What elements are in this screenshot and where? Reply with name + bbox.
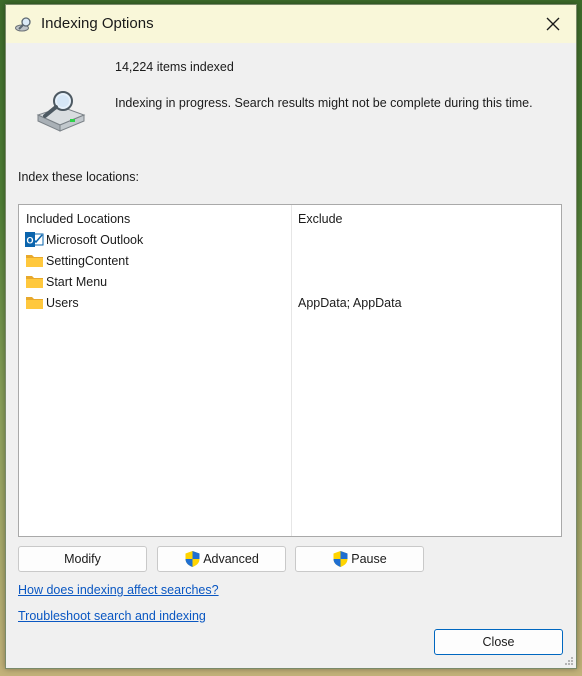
location-name: Users: [46, 296, 79, 310]
uac-shield-icon: [333, 551, 348, 567]
outlook-icon: O: [25, 232, 44, 247]
folder-icon: [26, 255, 43, 267]
folder-icon: [26, 297, 43, 309]
advanced-button-label: Advanced: [203, 552, 259, 566]
column-header-included[interactable]: Included Locations: [26, 212, 130, 226]
title-bar[interactable]: Indexing Options: [6, 5, 576, 43]
advanced-button[interactable]: Advanced: [157, 546, 286, 572]
modify-button[interactable]: Modify: [18, 546, 147, 572]
window-title: Indexing Options: [41, 15, 154, 32]
troubleshoot-link[interactable]: Troubleshoot search and indexing: [18, 609, 206, 623]
pause-button[interactable]: Pause: [295, 546, 424, 572]
close-icon: [546, 17, 560, 31]
window-close-button[interactable]: [530, 5, 576, 43]
indexing-drive-icon: [36, 91, 86, 132]
indexing-affect-searches-link[interactable]: How does indexing affect searches?: [18, 583, 219, 597]
list-item[interactable]: O Microsoft Outlook: [25, 230, 555, 250]
list-item[interactable]: SettingContent: [25, 251, 555, 271]
folder-icon: [26, 276, 43, 288]
resize-grip-icon[interactable]: [564, 656, 574, 666]
list-item[interactable]: Start Menu: [25, 272, 555, 292]
column-header-exclude[interactable]: Exclude: [298, 212, 342, 226]
location-name: Start Menu: [46, 275, 108, 289]
close-button[interactable]: Close: [434, 629, 563, 655]
location-exclude: AppData; AppData: [298, 296, 402, 310]
locations-heading: Index these locations:: [18, 170, 139, 184]
svg-text:O: O: [26, 236, 33, 246]
pause-button-label: Pause: [351, 552, 387, 566]
modify-button-label: Modify: [64, 552, 101, 566]
close-button-label: Close: [482, 635, 515, 649]
indexing-status-text: Indexing in progress. Search results mig…: [115, 96, 533, 110]
list-item[interactable]: Users AppData; AppData: [25, 293, 555, 313]
uac-shield-icon: [185, 551, 200, 567]
location-name: SettingContent: [46, 254, 129, 268]
locations-list[interactable]: Included Locations Exclude O Microsoft O…: [18, 204, 562, 537]
location-name: Microsoft Outlook: [46, 233, 144, 247]
indexing-magnifier-icon: [15, 17, 31, 32]
indexing-options-dialog: Indexing Options 14,224 items indexed In…: [5, 4, 577, 669]
items-indexed-count: 14,224 items indexed: [115, 60, 234, 74]
